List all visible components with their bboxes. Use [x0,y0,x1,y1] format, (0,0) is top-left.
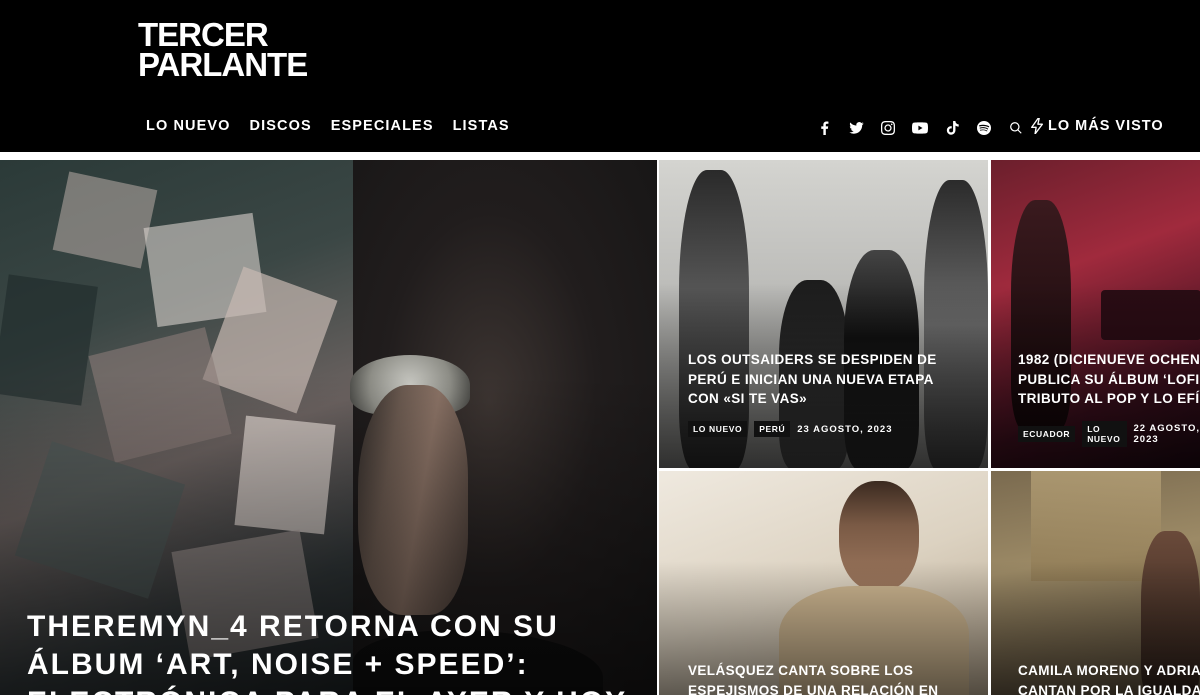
lightning-icon [1031,118,1043,134]
facebook-icon[interactable] [808,118,840,138]
instagram-icon[interactable] [872,118,904,138]
publish-date: 23 AGOSTO, 2023 [797,423,893,435]
spotify-icon[interactable] [968,118,1000,138]
card-title[interactable]: LOS OUTSAIDERS SE DESPIDEN DE PERÚ E INI… [688,350,968,409]
category-tag[interactable]: LO NUEVO [688,421,748,437]
category-tag[interactable]: LO NUEVO [1082,421,1127,447]
main-nav: LO NUEVO DISCOS ESPECIALES LISTAS [146,118,510,134]
header-divider [0,152,1200,160]
card-title[interactable]: VELÁSQUEZ CANTA SOBRE LOS ESPEJISMOS DE … [688,661,968,695]
category-tag[interactable]: PERÚ [754,421,791,437]
site-logo[interactable]: TERCER PARLANTE [138,18,308,83]
twitter-icon[interactable] [840,118,872,138]
social-links [808,118,1032,138]
card-meta: ECUADOR LO NUEVO 22 AGOSTO, 2023 [1018,421,1200,447]
tiktok-icon[interactable] [936,118,968,138]
article-card[interactable]: VELÁSQUEZ CANTA SOBRE LOS ESPEJISMOS DE … [659,471,988,695]
publish-date: 22 AGOSTO, 2023 [1133,423,1200,445]
card-title[interactable]: 1982 (DICIENUEVE OCHENTA DOS) PUBLICA SU… [1018,350,1200,409]
article-card[interactable]: 1982 (DICIENUEVE OCHENTA DOS) PUBLICA SU… [991,160,1200,468]
most-viewed-button[interactable]: LO MÁS VISTO [1031,118,1164,134]
site-header: TERCER PARLANTE LO NUEVO DISCOS ESPECIAL… [0,0,1200,152]
category-tag[interactable]: ECUADOR [1018,426,1076,442]
hero-title[interactable]: THEREMYN_4 RETORNA CON SU ÁLBUM ‘ART, NO… [27,608,647,695]
nav-item-especiales[interactable]: ESPECIALES [331,118,434,134]
most-viewed-label: LO MÁS VISTO [1048,118,1164,134]
card-meta: LO NUEVO PERÚ 23 AGOSTO, 2023 [688,421,893,437]
nav-item-lo-nuevo[interactable]: LO NUEVO [146,118,231,134]
article-card[interactable]: CAMILA MORENO Y ADRIANA CANTAN POR LA IG… [991,471,1200,695]
nav-item-discos[interactable]: DISCOS [250,118,312,134]
search-icon[interactable] [1000,118,1032,138]
logo-line-2: PARLANTE [138,46,308,83]
article-card[interactable]: LOS OUTSAIDERS SE DESPIDEN DE PERÚ E INI… [659,160,988,468]
youtube-icon[interactable] [904,118,936,138]
nav-item-listas[interactable]: LISTAS [453,118,510,134]
card-title[interactable]: CAMILA MORENO Y ADRIANA CANTAN POR LA IG… [1018,661,1200,695]
